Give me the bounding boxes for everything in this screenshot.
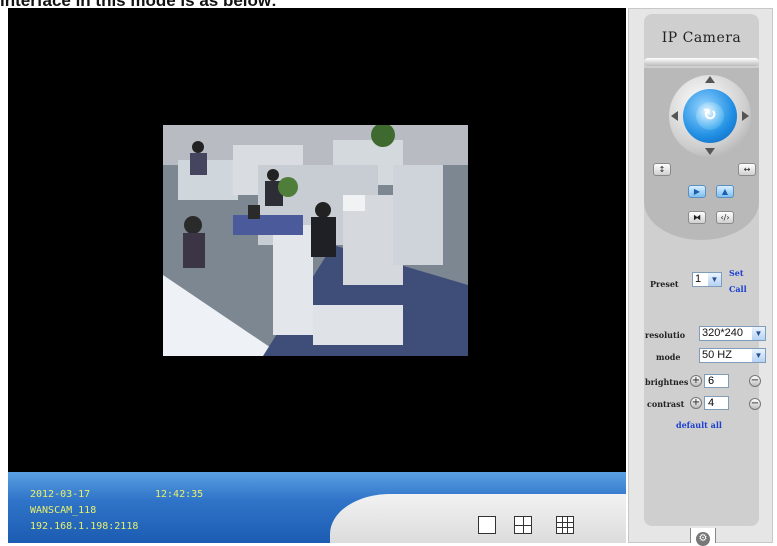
panel-title: IP Camera (661, 30, 742, 46)
nine-view-icon[interactable] (556, 516, 574, 534)
contrast-plus-button[interactable]: + (690, 397, 702, 409)
status-address: 192.168.1.198:2118 (30, 521, 139, 532)
gear-icon: ⚙ (696, 532, 710, 546)
contrast-field[interactable]: 4 (704, 396, 729, 410)
status-camera-name: WANSCAM_118 (30, 505, 97, 516)
mode-label: mode (656, 352, 681, 362)
pan-right-icon[interactable] (742, 111, 749, 121)
chevron-down-icon[interactable]: ▼ (752, 349, 765, 362)
preset-call-link[interactable]: Call (729, 284, 747, 294)
preset-value: 1 (695, 273, 702, 285)
chevron-down-icon[interactable]: ▼ (752, 327, 765, 340)
preset-label: Preset (650, 279, 679, 289)
resolution-label: resolutio (645, 330, 686, 340)
preset-set-link[interactable]: Set (729, 268, 744, 278)
preset-select[interactable]: 1 ▼ (692, 272, 722, 287)
panel-divider (644, 58, 759, 66)
mode-select[interactable]: 50 HZ ▼ (699, 348, 766, 363)
vertical-patrol-icon[interactable]: ↕ (653, 163, 671, 176)
contrast-label: contrast (647, 399, 685, 409)
settings-button[interactable]: ⚙ (690, 528, 716, 546)
flip-mirror-icon[interactable]: ‹/› (716, 211, 734, 224)
pan-down-icon[interactable] (705, 148, 715, 155)
status-date: 2012-03-17 (30, 489, 91, 500)
chevron-down-icon[interactable]: ▼ (708, 273, 721, 286)
quad-view-icon[interactable] (514, 516, 532, 534)
camera-feed-image (163, 125, 468, 356)
brightness-plus-button[interactable]: + (690, 375, 702, 387)
brightness-field[interactable]: 6 (704, 374, 729, 388)
mode-value: 50 HZ (702, 349, 732, 361)
resolution-value: 320*240 (702, 327, 743, 339)
blue-up-icon[interactable]: ▲ (716, 185, 734, 198)
io-toggle-icon[interactable]: ⧓ (688, 211, 706, 224)
brightness-label: brightnes (645, 377, 689, 387)
resolution-select[interactable]: 320*240 ▼ (699, 326, 766, 341)
brightness-minus-button[interactable]: − (749, 375, 761, 387)
status-time: 12:42:35 (155, 489, 204, 500)
default-all-link[interactable]: default all (676, 420, 722, 430)
pan-left-icon[interactable] (671, 111, 678, 121)
single-view-icon[interactable] (478, 516, 496, 534)
pan-up-icon[interactable] (705, 76, 715, 83)
contrast-minus-button[interactable]: − (749, 398, 761, 410)
blue-play-icon[interactable]: ▶ (688, 185, 706, 198)
ptz-center-icon[interactable]: ↻ (696, 102, 724, 130)
horizontal-patrol-icon[interactable]: ↔ (738, 163, 756, 176)
